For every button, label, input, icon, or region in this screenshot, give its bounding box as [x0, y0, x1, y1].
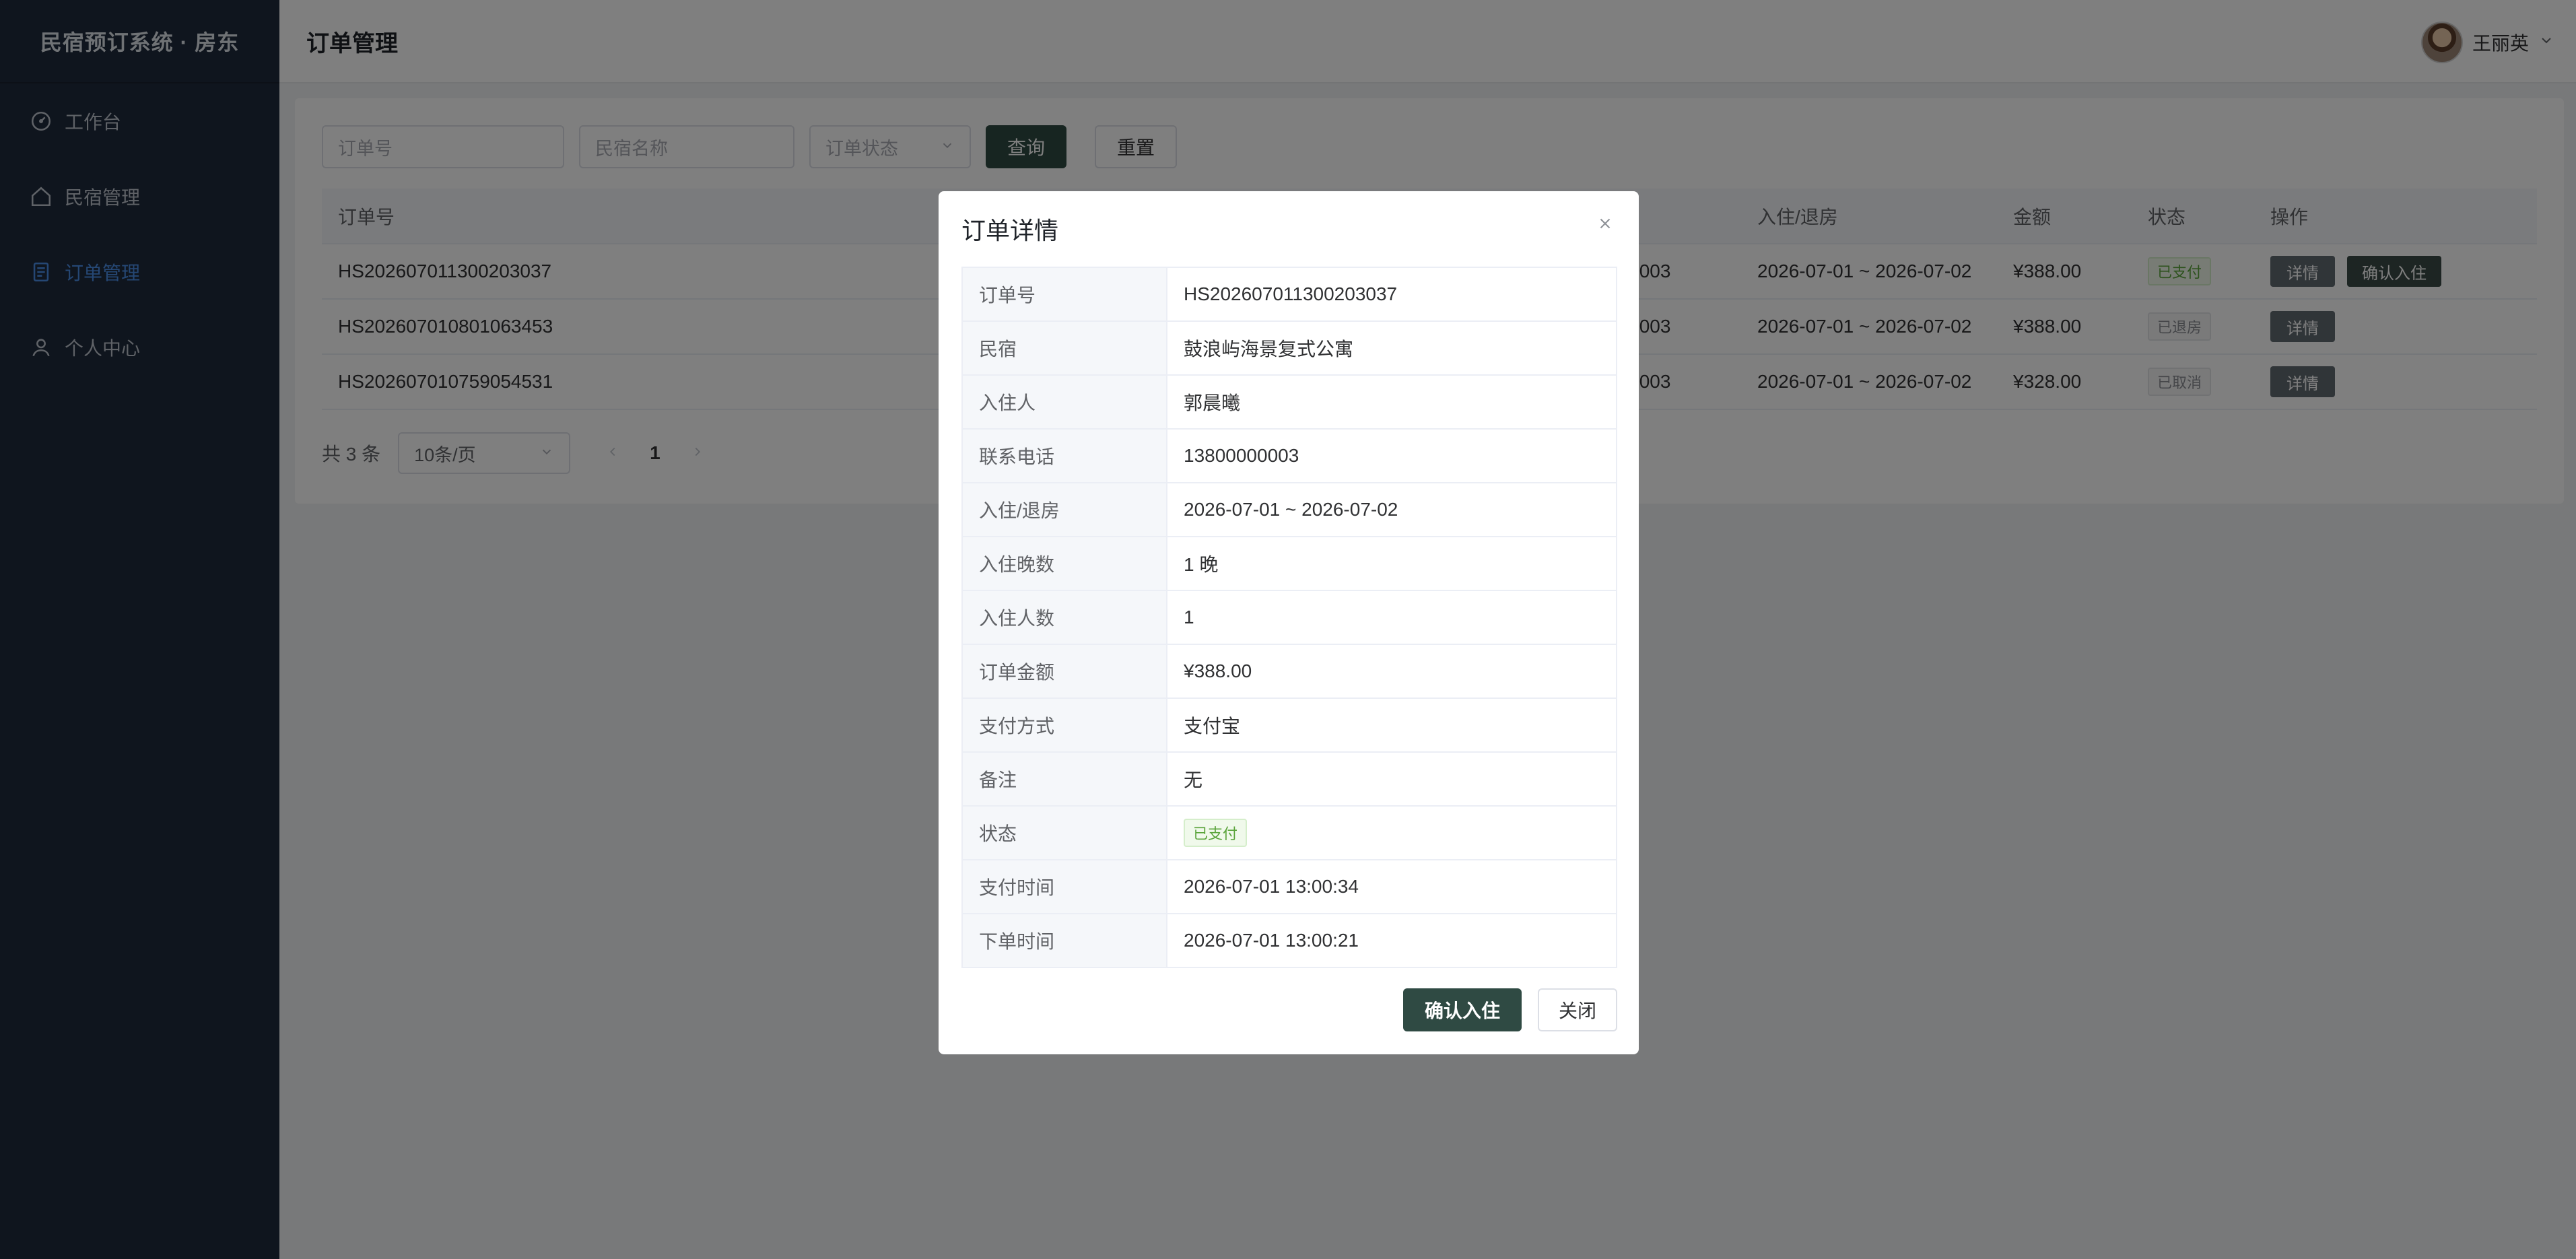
- detail-row: 入住/退房 2026-07-01 ~ 2026-07-02: [961, 482, 1617, 537]
- close-button[interactable]: 关闭: [1538, 988, 1617, 1031]
- status-badge: 已支付: [1184, 819, 1248, 847]
- detail-label: 备注: [961, 751, 1167, 807]
- detail-row: 民宿 鼓浪屿海景复式公寓: [961, 320, 1617, 376]
- detail-value: 13800000003: [1166, 428, 1617, 483]
- detail-value: 1: [1166, 590, 1617, 645]
- detail-value: HS202607011300203037: [1166, 267, 1617, 322]
- detail-value: 支付宝: [1166, 697, 1617, 753]
- detail-label: 订单金额: [961, 644, 1167, 699]
- detail-value: 2026-07-01 ~ 2026-07-02: [1166, 482, 1617, 537]
- detail-label: 支付时间: [961, 859, 1167, 914]
- detail-label: 入住人: [961, 374, 1167, 430]
- detail-label: 入住人数: [961, 590, 1167, 645]
- detail-label: 状态: [961, 805, 1167, 860]
- detail-value: 2026-07-01 13:00:34: [1166, 859, 1617, 914]
- dialog-footer: 确认入住 关闭: [1403, 988, 1617, 1031]
- dialog-title: 订单详情: [961, 217, 1059, 244]
- detail-row: 入住晚数 1 晚: [961, 536, 1617, 591]
- detail-label: 支付方式: [961, 697, 1167, 753]
- detail-label: 订单号: [961, 267, 1167, 322]
- detail-label: 入住晚数: [961, 536, 1167, 591]
- detail-row: 入住人 郭晨曦: [961, 374, 1617, 430]
- detail-value: 无: [1166, 751, 1617, 807]
- detail-row: 入住人数 1: [961, 590, 1617, 645]
- detail-value: 鼓浪屿海景复式公寓: [1166, 320, 1617, 376]
- detail-label: 下单时间: [961, 913, 1167, 968]
- detail-value: 2026-07-01 13:00:21: [1166, 913, 1617, 968]
- detail-value: 1 晚: [1166, 536, 1617, 591]
- detail-row: 支付时间 2026-07-01 13:00:34: [961, 859, 1617, 914]
- detail-row: 订单号 HS202607011300203037: [961, 267, 1617, 322]
- close-icon[interactable]: [1593, 211, 1617, 236]
- detail-label: 入住/退房: [961, 482, 1167, 537]
- detail-label: 联系电话: [961, 428, 1167, 483]
- detail-row: 备注无: [961, 751, 1617, 807]
- detail-table: 订单号 HS202607011300203037 民宿 鼓浪屿海景复式公寓 入住人郭…: [961, 267, 1617, 968]
- detail-row: 订单金额 ¥388.00: [961, 644, 1617, 699]
- detail-row: 联系电话 13800000003: [961, 428, 1617, 483]
- order-detail-dialog: 订单详情 订单号 HS202607011300203037 民宿 鼓浪屿海景复式公寓…: [939, 191, 1639, 1054]
- detail-value: 郭晨曦: [1166, 374, 1617, 430]
- detail-row: 状态 已支付: [961, 805, 1617, 860]
- detail-label: 民宿: [961, 320, 1167, 376]
- detail-row: 下单时间 2026-07-01 13:00:21: [961, 913, 1617, 968]
- detail-row: 支付方式 支付宝: [961, 697, 1617, 753]
- confirm-checkin-button[interactable]: 确认入住: [1403, 988, 1522, 1031]
- detail-value: ¥388.00: [1166, 644, 1617, 699]
